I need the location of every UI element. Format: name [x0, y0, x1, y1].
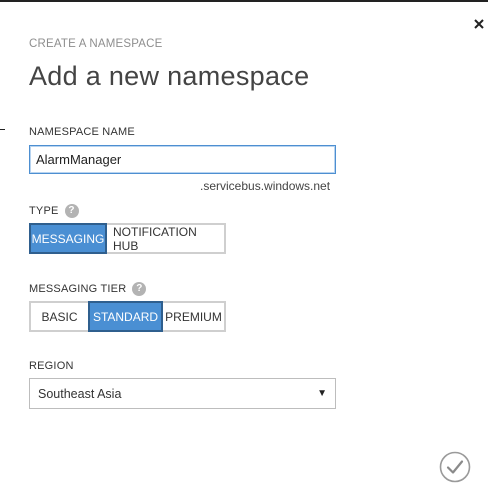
region-label: REGION: [29, 360, 74, 372]
tier-option-standard[interactable]: STANDARD: [88, 301, 163, 332]
close-button[interactable]: [471, 16, 487, 32]
checkmark-icon: [439, 451, 471, 483]
namespace-name-input[interactable]: [29, 145, 336, 174]
page-title: Add a new namespace: [29, 61, 310, 91]
region-select[interactable]: Southeast Asia ▼: [29, 378, 336, 409]
region-selected-value: Southeast Asia: [38, 386, 122, 401]
messaging-tier-label: MESSAGING TIER ?: [29, 282, 147, 296]
left-edge-mark: [0, 129, 5, 130]
top-border: [0, 0, 488, 2]
type-option-notification-hub[interactable]: NOTIFICATION HUB: [105, 223, 226, 254]
messaging-tier-label-text: MESSAGING TIER: [29, 283, 127, 295]
chevron-down-icon: ▼: [317, 388, 327, 399]
namespace-suffix: .servicebus.windows.net: [200, 179, 331, 193]
confirm-button[interactable]: [439, 451, 471, 483]
type-label-text: TYPE: [29, 205, 59, 217]
messaging-tier-selector: BASIC STANDARD PREMIUM: [29, 301, 226, 332]
help-icon[interactable]: ?: [132, 282, 147, 296]
help-icon[interactable]: ?: [64, 204, 79, 218]
namespace-name-label-text: NAMESPACE NAME: [29, 126, 135, 138]
namespace-name-label: NAMESPACE NAME: [29, 126, 135, 138]
type-label: TYPE ?: [29, 204, 79, 218]
region-label-text: REGION: [29, 360, 74, 372]
tier-option-premium[interactable]: PREMIUM: [161, 301, 226, 332]
breadcrumb: CREATE A NAMESPACE: [29, 38, 163, 50]
close-icon: [474, 19, 484, 29]
tier-option-basic[interactable]: BASIC: [29, 301, 90, 332]
type-option-messaging[interactable]: MESSAGING: [29, 223, 107, 254]
type-selector: MESSAGING NOTIFICATION HUB: [29, 223, 226, 254]
